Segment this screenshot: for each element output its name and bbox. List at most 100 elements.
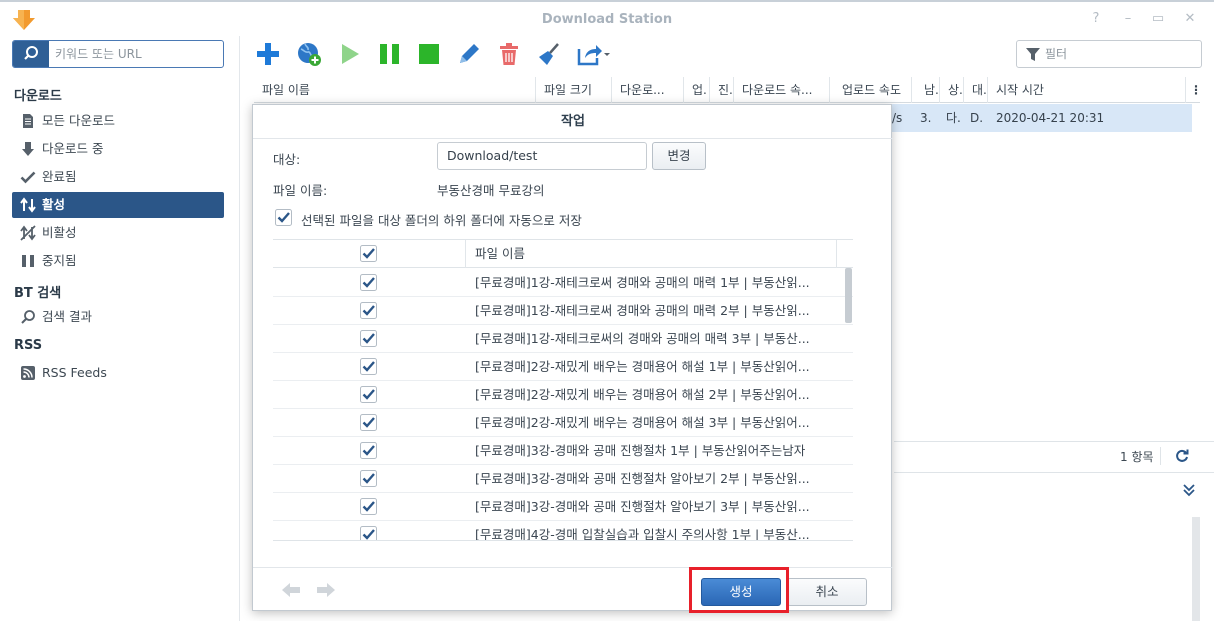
sidebar-item-active[interactable]: 활성 (12, 192, 224, 218)
share-dropdown-icon[interactable] (576, 41, 610, 67)
file-table-header: 파일 이름 (273, 240, 853, 268)
column-header-uploaded[interactable]: 업. (684, 77, 710, 103)
file-checkbox[interactable] (360, 526, 377, 541)
arrow-down-icon (22, 142, 34, 156)
file-row[interactable]: [무료경매]2강-재밌게 배우는 경매용어 해설 3부 | 부동산읽어... (273, 409, 853, 437)
file-row[interactable]: [무료경매]1강-재테크로써의 경매와 공매의 매력 3부 | 부동산... (273, 325, 853, 353)
close-icon[interactable]: ✕ (1182, 11, 1198, 27)
cell-status: 다. (946, 111, 961, 125)
file-checkbox[interactable] (360, 414, 377, 431)
up-down-arrows-icon (20, 197, 36, 213)
column-header-status[interactable]: 상. (940, 77, 964, 103)
cell-upload-speed: /s (892, 111, 903, 125)
autosave-label: 선택된 파일을 대상 폴더의 하위 폴더에 자동으로 저장 (301, 213, 582, 228)
window-title: Download Station (541, 12, 673, 27)
file-name: [무료경매]2강-재밌게 배우는 경매용어 해설 1부 | 부동산읽어... (475, 359, 810, 374)
column-header-progress[interactable]: 진. (710, 77, 734, 103)
sidebar-item-stopped[interactable]: 중지됨 (12, 248, 224, 274)
add-url-globe-icon[interactable] (296, 41, 322, 67)
select-all-checkbox[interactable] (360, 245, 377, 262)
download-station-window: Download Station ? – ▭ ✕ 다운로드 모든 다운로드 다운… (0, 0, 1214, 621)
inactive-icon (20, 225, 36, 241)
add-icon[interactable] (255, 41, 281, 67)
autosave-checkbox[interactable] (275, 209, 292, 226)
pause-icon (22, 255, 34, 267)
highlight-box (689, 567, 789, 613)
column-header-file-name[interactable]: 파일 이름 (254, 77, 536, 103)
file-row[interactable]: [무료경매]3강-경매와 공매 진행절차 1부 | 부동산읽어주는남자 (273, 437, 853, 465)
search-input[interactable] (55, 41, 215, 67)
filename-label: 파일 이름: (273, 183, 328, 198)
column-header-start-time[interactable]: 시작 시간 (988, 77, 1186, 103)
sidebar-item-inactive[interactable]: 비활성 (12, 220, 224, 246)
search-box[interactable] (12, 40, 224, 68)
column-header-remaining[interactable]: 남. (912, 77, 940, 103)
column-menu-icon[interactable]: ⋮ (1186, 77, 1200, 103)
file-row[interactable]: [무료경매]3강-경매와 공매 진행절차 알아보기 2부 | 부동산읽... (273, 465, 853, 493)
dialog-footer: 생성 취소 (253, 567, 893, 612)
column-header-download-speed[interactable]: 다운로드 속... (734, 77, 830, 103)
maximize-icon[interactable]: ▭ (1150, 11, 1166, 27)
file-name: [무료경매]1강-재테크로써 경매와 공매의 매력 2부 | 부동산읽... (475, 303, 810, 318)
destination-field[interactable]: Download/test (437, 142, 647, 170)
file-checkbox[interactable] (360, 386, 377, 403)
download-grid-header: 파일 이름 파일 크기 다운로... 업. 진. 다운로드 속... 업로드 속… (254, 77, 1200, 103)
sidebar-item-label: RSS Feeds (42, 365, 107, 380)
detail-pane (894, 472, 1214, 621)
file-row[interactable]: [무료경매]3강-경매와 공매 진행절차 알아보기 3부 | 부동산읽... (273, 493, 853, 521)
search-button[interactable] (13, 41, 49, 67)
file-name-column-header[interactable]: 파일 이름 (475, 240, 525, 268)
file-checkbox[interactable] (360, 274, 377, 291)
help-icon[interactable]: ? (1088, 11, 1104, 27)
sidebar-item-completed[interactable]: 완료됨 (12, 164, 224, 190)
column-header-file-size[interactable]: 파일 크기 (536, 77, 612, 103)
filter-input[interactable] (1045, 41, 1195, 67)
file-table: 파일 이름 [무료경매]1강-재테크로써 경매와 공매의 매력 1부 | 부동산… (273, 239, 853, 541)
change-destination-button[interactable]: 변경 (652, 142, 706, 170)
file-checkbox[interactable] (360, 330, 377, 347)
cancel-button[interactable]: 취소 (787, 578, 867, 606)
file-name: [무료경매]1강-재테크로써 경매와 공매의 매력 1부 | 부동산읽... (475, 275, 810, 290)
minimize-icon[interactable]: – (1120, 11, 1136, 27)
file-checkbox[interactable] (360, 442, 377, 459)
dialog-title: 작업 (253, 105, 893, 139)
checkmark-icon (20, 171, 36, 184)
next-arrow-icon[interactable] (316, 582, 336, 598)
sidebar-item-label: 비활성 (42, 225, 77, 240)
section-download: 다운로드 (14, 89, 62, 104)
column-header-upload-speed[interactable]: 업로드 속도 (830, 77, 912, 103)
file-name: [무료경매]2강-재밌게 배우는 경매용어 해설 2부 | 부동산읽어... (475, 387, 810, 402)
clear-broom-icon[interactable] (536, 41, 562, 67)
edit-pencil-icon[interactable] (456, 41, 482, 67)
chevron-double-down-icon[interactable] (1182, 483, 1196, 497)
file-row[interactable]: [무료경매]2강-재밌게 배우는 경매용어 해설 2부 | 부동산읽어... (273, 381, 853, 409)
file-checkbox[interactable] (360, 358, 377, 375)
column-header-downloaded[interactable]: 다운로... (612, 77, 684, 103)
sidebar-item-label: 모든 다운로드 (42, 113, 115, 128)
file-checkbox[interactable] (360, 470, 377, 487)
sidebar-item-all-downloads[interactable]: 모든 다운로드 (12, 108, 224, 134)
search-icon (21, 310, 35, 324)
file-checkbox[interactable] (360, 498, 377, 515)
filter-box[interactable] (1016, 40, 1202, 68)
pause-icon[interactable] (377, 41, 403, 67)
stop-icon[interactable] (416, 41, 442, 67)
sidebar-item-rss-feeds[interactable]: RSS Feeds (12, 360, 224, 386)
detail-scrollbar[interactable] (1192, 517, 1200, 621)
refresh-icon[interactable] (1175, 449, 1189, 463)
resume-icon[interactable] (337, 41, 363, 67)
file-checkbox[interactable] (360, 302, 377, 319)
file-row[interactable]: [무료경매]1강-재테크로써 경매와 공매의 매력 2부 | 부동산읽... (273, 297, 853, 325)
file-row[interactable]: [무료경매]4강-경매 입찰실습과 입찰시 주의사항 1부 | 부동산... (273, 521, 853, 541)
file-table-scrollbar[interactable] (845, 268, 852, 323)
title-bar: Download Station ? – ▭ ✕ (0, 0, 1214, 36)
sidebar-item-downloading[interactable]: 다운로드 중 (12, 136, 224, 162)
file-row[interactable]: [무료경매]1강-재테크로써 경매와 공매의 매력 1부 | 부동산읽... (273, 269, 853, 297)
sidebar-item-search-results[interactable]: 검색 결과 (12, 304, 224, 330)
file-name: [무료경매]3강-경매와 공매 진행절차 1부 | 부동산읽어주는남자 (475, 443, 806, 458)
sidebar-item-label: 다운로드 중 (42, 141, 104, 156)
previous-arrow-icon[interactable] (281, 582, 301, 598)
delete-trash-icon[interactable] (496, 41, 522, 67)
file-row[interactable]: [무료경매]2강-재밌게 배우는 경매용어 해설 1부 | 부동산읽어... (273, 353, 853, 381)
column-header-destination[interactable]: 대. (964, 77, 988, 103)
